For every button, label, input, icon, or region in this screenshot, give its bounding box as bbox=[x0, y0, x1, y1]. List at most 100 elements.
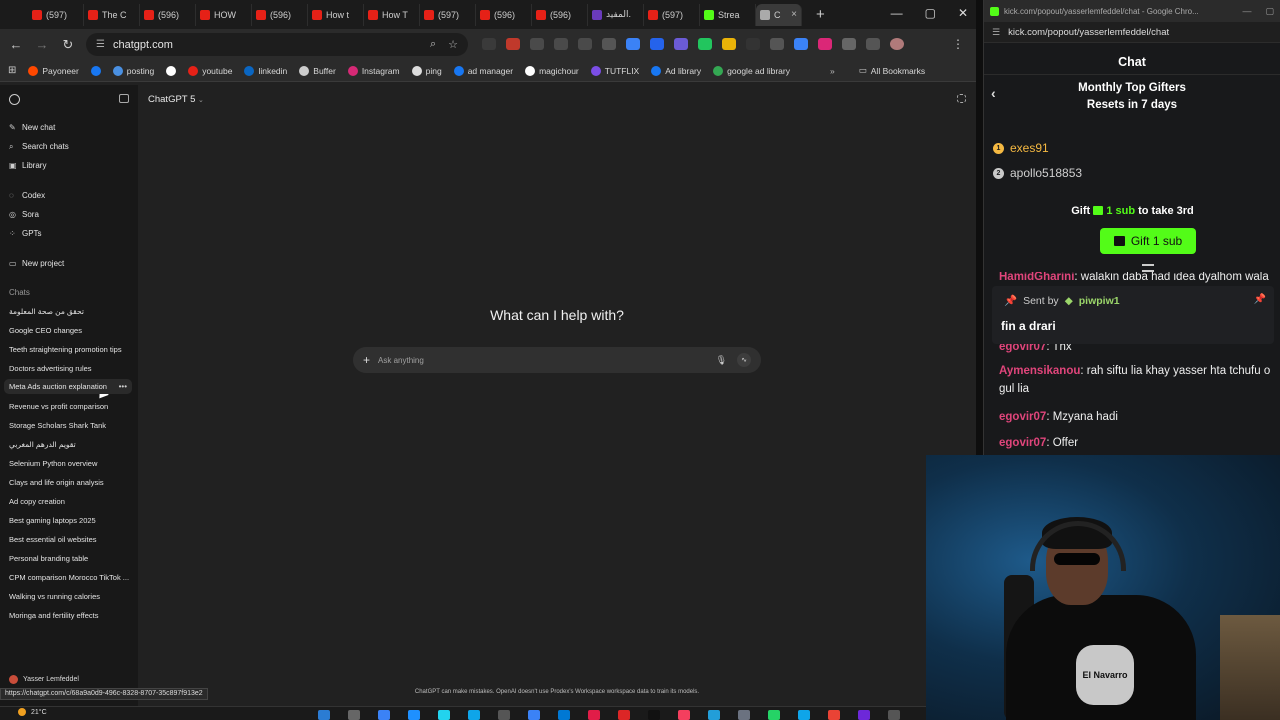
chat-history-item[interactable]: Ad copy creation bbox=[9, 497, 65, 506]
sidebar-item-search-chats[interactable]: ⌕ Search chats bbox=[9, 142, 69, 151]
close-icon[interactable]: ✕ bbox=[958, 6, 968, 20]
extension-icon[interactable] bbox=[578, 38, 592, 50]
chat-history-item[interactable]: Moringa and fertility effects bbox=[9, 611, 99, 620]
taskbar-app-icon[interactable] bbox=[798, 710, 810, 720]
chat-username[interactable]: egovir07 bbox=[999, 411, 1046, 423]
chat-username[interactable]: egovir07 bbox=[999, 437, 1046, 449]
bookmark-item[interactable]: ping bbox=[411, 65, 442, 76]
voice-mode-icon[interactable]: ∿ bbox=[737, 353, 751, 367]
taskbar-app-icon[interactable] bbox=[618, 710, 630, 720]
attach-plus-icon[interactable]: + bbox=[363, 353, 370, 367]
bookmark-item[interactable]: Buffer bbox=[299, 65, 336, 76]
taskbar-app-icon[interactable] bbox=[378, 710, 390, 720]
extension-icon[interactable] bbox=[722, 38, 736, 50]
tab-close-icon[interactable]: × bbox=[791, 9, 797, 20]
chat-username[interactable]: HamidGharini bbox=[999, 272, 1074, 283]
bookmark-item[interactable]: Payoneer bbox=[28, 65, 79, 76]
taskbar-app-icon[interactable] bbox=[588, 710, 600, 720]
taskbar-app-icon[interactable] bbox=[558, 710, 570, 720]
chat-history-item[interactable]: تقويم الدرهم المغربي bbox=[9, 440, 76, 449]
zoom-icon[interactable]: ⌕ bbox=[430, 38, 436, 51]
sidebar-toggle-icon[interactable] bbox=[119, 94, 129, 103]
bookmark-item[interactable]: google ad library bbox=[713, 65, 790, 76]
windows-start-icon[interactable] bbox=[318, 710, 330, 720]
chat-messages[interactable]: HamidGharini: walakin daba had idea dyal… bbox=[984, 272, 1280, 455]
bookmark-item[interactable] bbox=[166, 65, 177, 76]
taskbar-app-icon[interactable] bbox=[528, 710, 540, 720]
browser-tab[interactable]: Strea bbox=[700, 3, 756, 26]
chat-history-item[interactable]: Storage Scholars Shark Tank bbox=[9, 421, 106, 430]
browser-tab[interactable]: (596) bbox=[532, 3, 588, 26]
taskbar-app-icon[interactable] bbox=[408, 710, 420, 720]
extension-icon[interactable] bbox=[626, 38, 640, 50]
chat-history-item[interactable]: CPM comparison Morocco TikTok ... bbox=[9, 573, 129, 582]
chat-username[interactable]: Aymensikanou bbox=[999, 365, 1080, 377]
browser-tab[interactable]: (597) bbox=[420, 3, 476, 26]
composer-input[interactable]: Ask anything bbox=[378, 356, 424, 365]
extension-icon[interactable] bbox=[650, 38, 664, 50]
site-info-icon[interactable]: ☰ bbox=[992, 27, 1000, 38]
chat-history-item[interactable]: Clays and life origin analysis bbox=[9, 478, 104, 487]
temporary-chat-icon[interactable] bbox=[957, 94, 966, 103]
extension-icon[interactable] bbox=[770, 38, 784, 50]
taskbar-app-icon[interactable] bbox=[888, 710, 900, 720]
browser-tab[interactable]: (596) bbox=[476, 3, 532, 26]
bookmark-item[interactable]: youtube bbox=[188, 65, 232, 76]
taskbar-app-icon[interactable] bbox=[738, 710, 750, 720]
extension-icon[interactable] bbox=[746, 38, 760, 50]
taskbar-app-icon[interactable] bbox=[468, 710, 480, 720]
composer[interactable]: + Ask anything 🎙 ∿ bbox=[353, 347, 761, 373]
extension-icon[interactable] bbox=[602, 38, 616, 50]
back-icon[interactable]: ← bbox=[6, 37, 26, 52]
drag-handle-icon[interactable] bbox=[1142, 264, 1154, 272]
profile-avatar[interactable] bbox=[890, 38, 904, 50]
taskbar-app-icon[interactable] bbox=[768, 710, 780, 720]
minimize-icon[interactable]: — bbox=[1242, 6, 1251, 17]
taskbar-app-icon[interactable] bbox=[498, 710, 510, 720]
forward-icon[interactable]: → bbox=[32, 37, 52, 52]
browser-tab[interactable]: How t bbox=[308, 3, 364, 26]
all-bookmarks[interactable]: ▭ All Bookmarks bbox=[859, 65, 925, 76]
browser-tab[interactable]: The C bbox=[84, 3, 140, 26]
chat-history-item[interactable]: Google CEO changes bbox=[9, 326, 82, 335]
bookmark-item[interactable]: Instagram bbox=[347, 65, 400, 76]
browser-tab[interactable]: المفيد. bbox=[588, 3, 644, 26]
chat-history-item[interactable]: Best gaming laptops 2025 bbox=[9, 516, 96, 525]
chat-history-item[interactable]: Personal branding table bbox=[9, 554, 88, 563]
gift-sub-button[interactable]: Gift 1 sub bbox=[1100, 228, 1196, 254]
extension-icon[interactable] bbox=[554, 38, 568, 50]
taskbar-app-icon[interactable] bbox=[648, 710, 660, 720]
browser-tab[interactable]: HOW bbox=[196, 3, 252, 26]
sidebar-item-library[interactable]: ▣ Library bbox=[9, 161, 46, 170]
more-options-icon[interactable]: ••• bbox=[119, 379, 127, 394]
taskbar-app-icon[interactable] bbox=[708, 710, 720, 720]
browser-menu-icon[interactable]: ⋮ bbox=[952, 37, 964, 51]
reload-icon[interactable]: ↻ bbox=[58, 37, 78, 53]
bookmark-item[interactable]: TUTFLIX bbox=[590, 65, 639, 76]
user-profile[interactable]: Yasser Lemfeddel bbox=[9, 675, 79, 684]
taskbar-app-icon[interactable] bbox=[858, 710, 870, 720]
extension-icon[interactable] bbox=[698, 38, 712, 50]
browser-tab[interactable]: (596) bbox=[252, 3, 308, 26]
sidebar-item-sora[interactable]: ◎ Sora bbox=[9, 210, 39, 219]
apps-grid-icon[interactable]: ⊞ bbox=[8, 65, 16, 76]
browser-tab[interactable]: C × bbox=[756, 3, 802, 26]
chat-history-item[interactable]: Revenue vs profit comparison bbox=[9, 402, 108, 411]
more-bookmarks-icon[interactable]: » bbox=[830, 66, 835, 76]
openai-logo-icon[interactable] bbox=[9, 94, 20, 105]
browser-tab[interactable]: How T bbox=[364, 3, 420, 26]
browser-tab[interactable]: (596) bbox=[140, 3, 196, 26]
extension-icon[interactable] bbox=[794, 38, 808, 50]
chat-history-item[interactable]: تحقق من صحة المعلومة bbox=[9, 307, 84, 316]
extension-icon[interactable] bbox=[482, 38, 496, 50]
chat-history-item[interactable]: Best essential oil websites bbox=[9, 535, 97, 544]
bookmark-item[interactable] bbox=[90, 65, 101, 76]
chat-history-item[interactable]: Walking vs running calories bbox=[9, 592, 100, 601]
browser-tab[interactable]: (597) bbox=[644, 3, 700, 26]
bookmark-item[interactable]: ad manager bbox=[453, 65, 513, 76]
sidebar-item-gpts[interactable]: ⁘ GPTs bbox=[9, 229, 42, 238]
back-chevron-icon[interactable]: ‹ bbox=[991, 85, 996, 102]
taskbar-app-icon[interactable] bbox=[678, 710, 690, 720]
extension-icon[interactable] bbox=[506, 38, 520, 50]
sidebar-item-codex[interactable]: ◌ Codex bbox=[9, 191, 45, 200]
